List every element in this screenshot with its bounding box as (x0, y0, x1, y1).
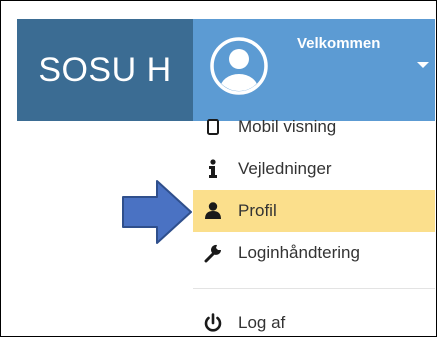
arrow-right-icon (122, 180, 192, 244)
avatar-icon (210, 37, 268, 95)
power-icon (204, 313, 222, 332)
menu-label: Log af (238, 313, 286, 332)
chevron-down-icon (417, 62, 429, 68)
menu-label: Vejledninger (238, 159, 332, 178)
wrench-icon (204, 244, 221, 263)
brand-text: SOSU H (38, 51, 172, 89)
welcome-text: Velkommen (297, 35, 381, 52)
menu-item-vejledninger[interactable]: Vejledninger (193, 148, 435, 190)
menu-item-profil[interactable]: Profil (193, 190, 435, 232)
mobile-icon (207, 119, 219, 135)
menu-item-log-af[interactable]: Log af (193, 302, 435, 344)
menu-divider (193, 288, 435, 289)
menu-item-loginhaandtering[interactable]: Loginhåndtering (193, 232, 435, 274)
user-icon (205, 202, 221, 219)
menu-label: Profil (238, 201, 277, 220)
menu-label: Mobil visning (238, 117, 337, 136)
menu-item-mobil-visning[interactable]: Mobil visning (193, 106, 435, 148)
info-icon (209, 159, 217, 178)
brand-logo[interactable]: SOSU H (17, 19, 193, 121)
menu-label: Loginhåndtering (238, 243, 360, 262)
